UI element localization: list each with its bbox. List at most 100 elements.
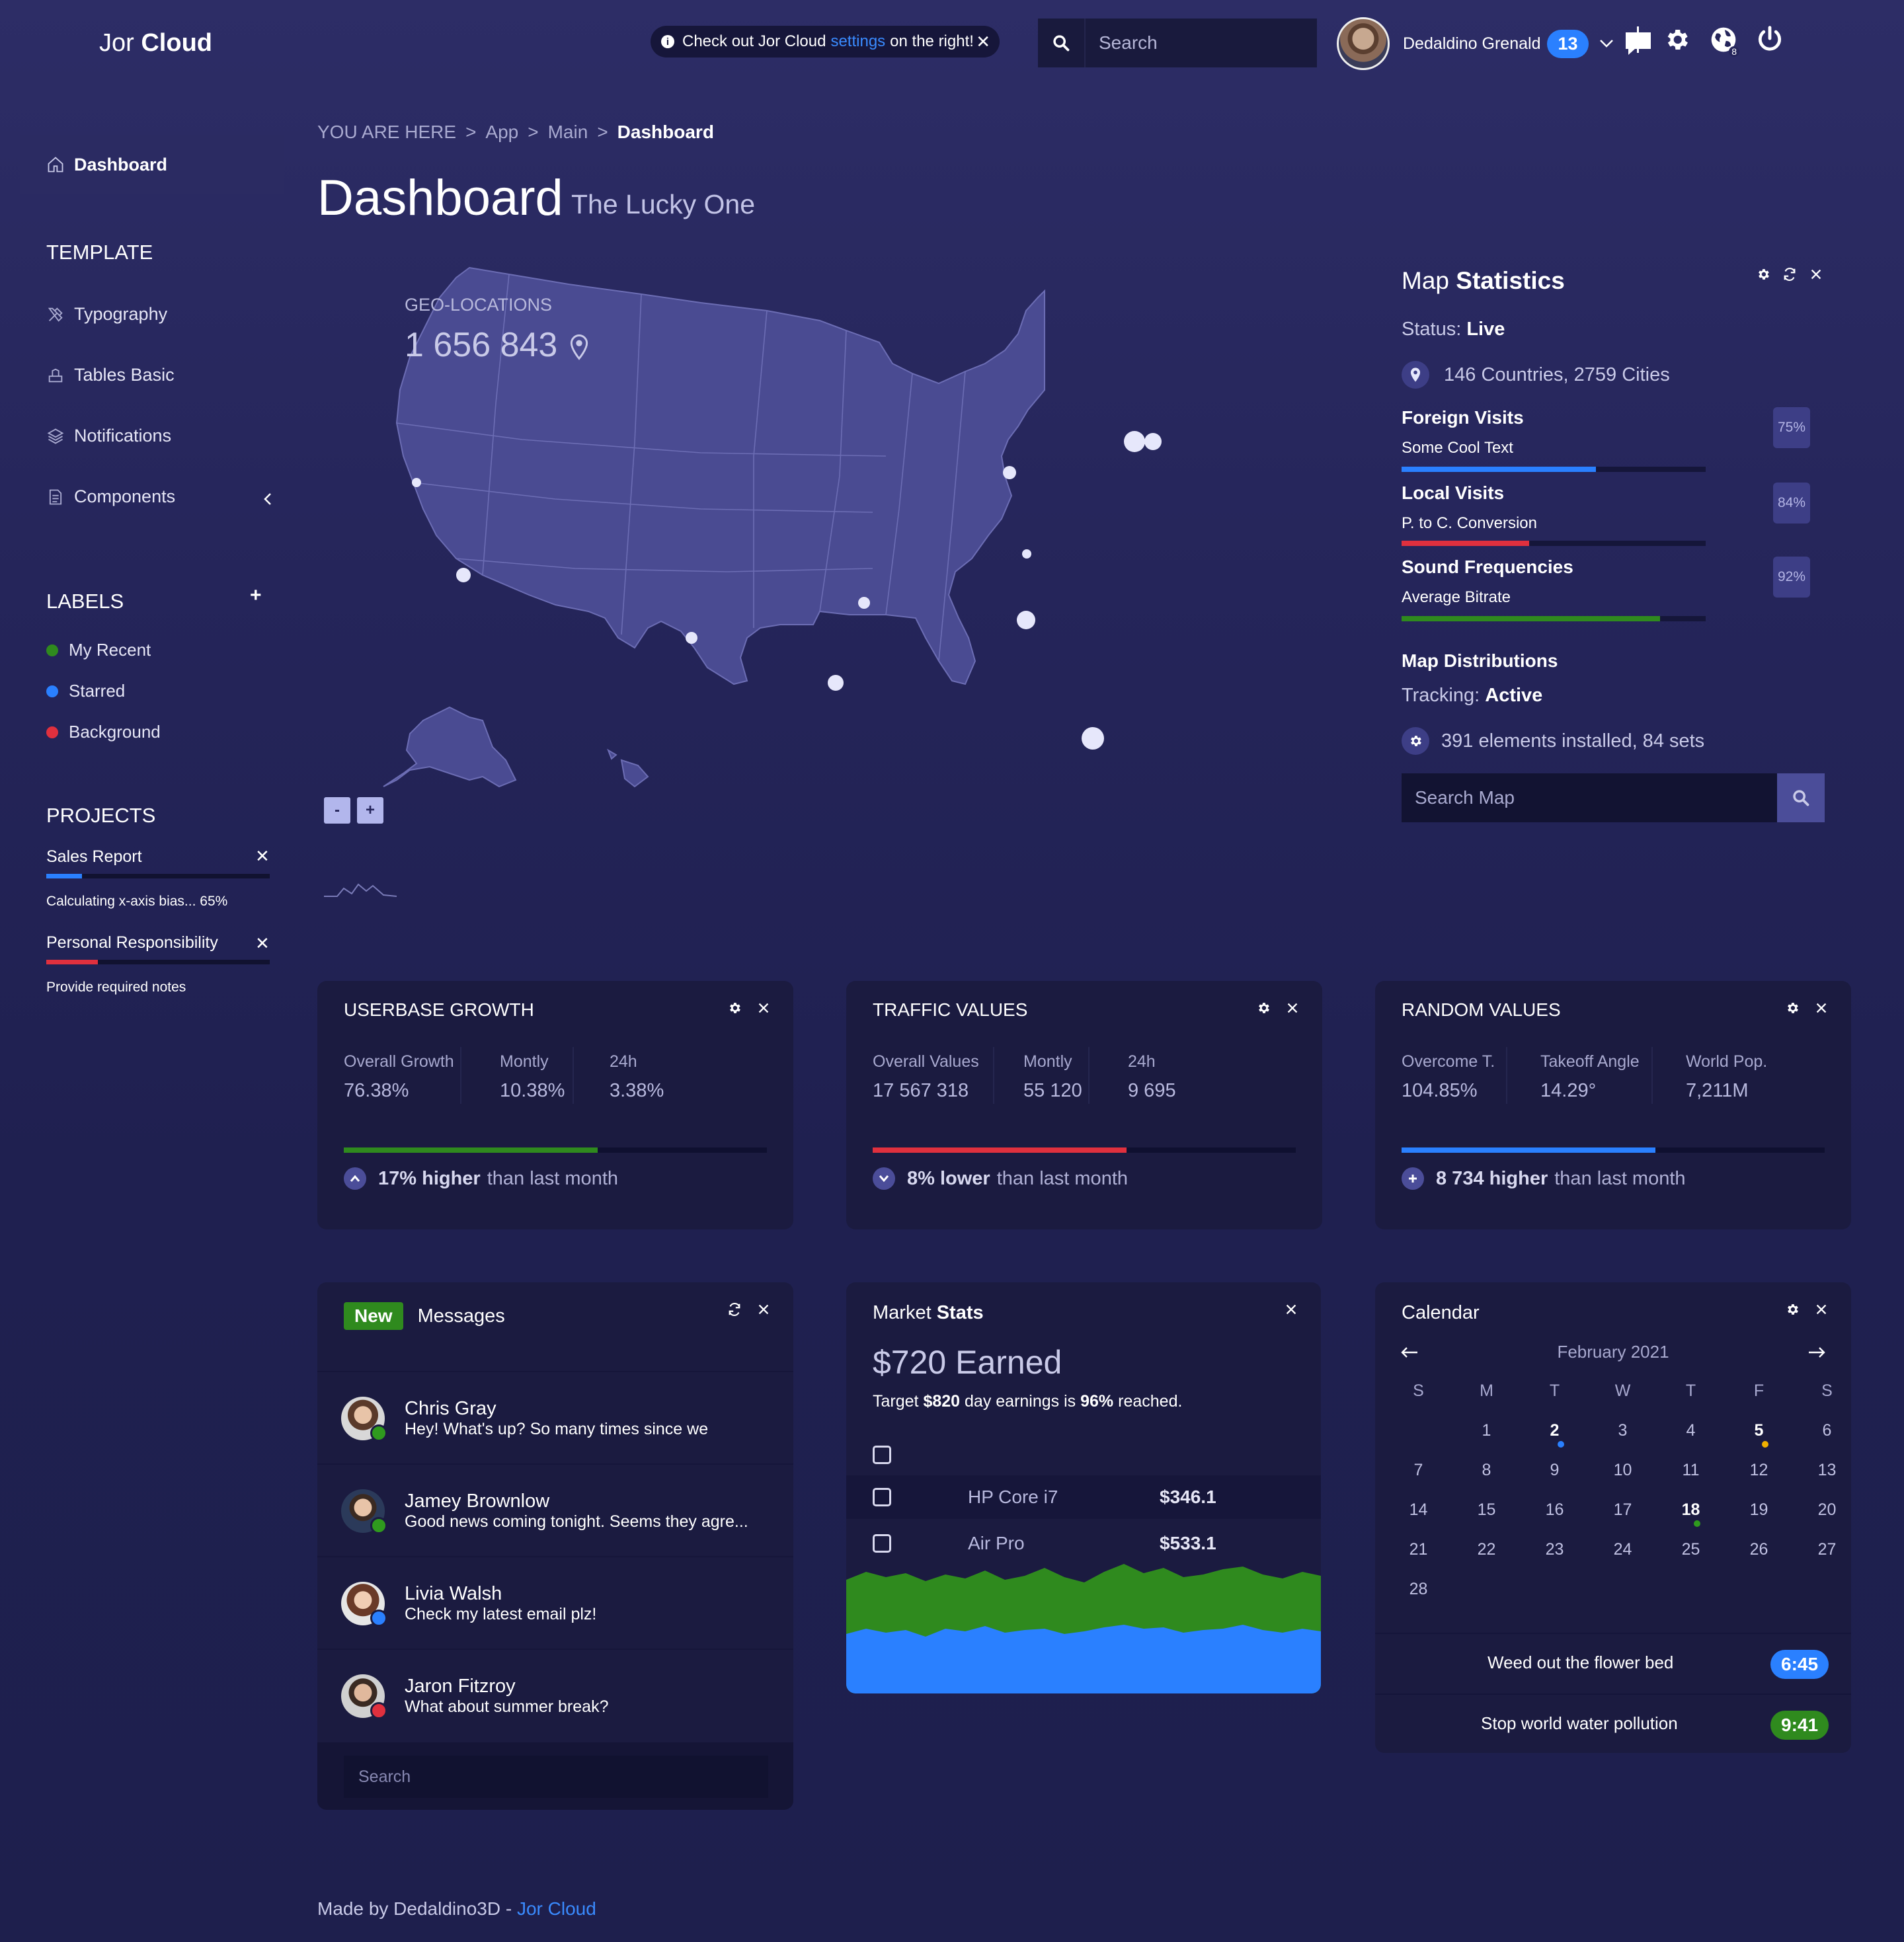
label-background[interactable]: Background [46, 722, 161, 742]
map-marker[interactable] [1124, 431, 1145, 452]
calendar-day[interactable]: 25 [1657, 1530, 1725, 1569]
settings-link[interactable]: settings [830, 32, 885, 51]
brand-logo[interactable]: Jor Cloud [99, 29, 212, 58]
calendar-day[interactable]: 9 [1521, 1450, 1589, 1490]
calendar-day[interactable]: 6 [1793, 1411, 1851, 1450]
map-zoom-out-button[interactable]: - [324, 797, 350, 824]
layers-icon [47, 428, 64, 444]
calendar-day[interactable]: 17 [1589, 1490, 1657, 1530]
close-icon[interactable]: ✕ [255, 846, 270, 867]
close-icon[interactable] [1814, 1001, 1829, 1015]
calendar-day[interactable]: 2 [1521, 1411, 1589, 1450]
refresh-icon[interactable] [1782, 267, 1797, 282]
sidebar-item-components[interactable]: Components [46, 486, 175, 507]
sidebar-item-dashboard[interactable]: Dashboard [20, 135, 284, 194]
map-marker[interactable] [1082, 727, 1104, 750]
calendar-day[interactable]: 3 [1589, 1411, 1657, 1450]
message-item[interactable]: Jamey Brownlow Good news coming tonight.… [317, 1463, 793, 1557]
map-marker[interactable] [1022, 549, 1031, 559]
calendar-day[interactable]: 24 [1589, 1530, 1657, 1569]
calendar-task[interactable]: Stop world water pollution 9:41 [1375, 1695, 1851, 1753]
calendar-day[interactable]: 19 [1725, 1490, 1793, 1530]
sidebar-item-notifications[interactable]: Notifications [46, 426, 171, 446]
arrow-right-icon[interactable] [1807, 1346, 1826, 1359]
breadcrumb-main[interactable]: Main [548, 122, 588, 143]
calendar-day[interactable]: 5 [1725, 1411, 1793, 1450]
row-checkbox[interactable] [873, 1534, 891, 1553]
calendar-day[interactable]: 20 [1793, 1490, 1851, 1530]
map-marker[interactable] [858, 597, 870, 609]
power-icon[interactable] [1755, 25, 1784, 54]
calendar-day[interactable]: 1 [1452, 1411, 1521, 1450]
breadcrumb-app[interactable]: App [485, 122, 518, 143]
calendar-day[interactable]: 21 [1384, 1530, 1452, 1569]
map-marker[interactable] [412, 478, 421, 487]
calendar-day[interactable]: 11 [1657, 1450, 1725, 1490]
calendar-day[interactable]: 8 [1452, 1450, 1521, 1490]
messages-search-input[interactable] [344, 1756, 768, 1798]
gear-icon[interactable] [1756, 267, 1770, 282]
sidebar-item-tables-basic[interactable]: Tables Basic [46, 365, 175, 385]
product-price: $346.1 [1160, 1487, 1216, 1507]
sidebar-item-typography[interactable]: Typography [46, 304, 167, 325]
message-item[interactable]: Livia Walsh Check my latest email plz! [317, 1556, 793, 1650]
row-checkbox[interactable] [873, 1488, 891, 1506]
calendar-day[interactable]: 10 [1589, 1450, 1657, 1490]
close-icon[interactable]: ✕ [255, 933, 270, 954]
map-marker[interactable] [1003, 466, 1016, 479]
calendar-day[interactable]: 7 [1384, 1450, 1452, 1490]
calendar-day[interactable]: 4 [1657, 1411, 1725, 1450]
calendar-day[interactable]: 16 [1521, 1490, 1589, 1530]
map-marker[interactable] [686, 632, 697, 644]
calendar-day[interactable]: 15 [1452, 1490, 1521, 1530]
close-icon[interactable] [1809, 267, 1823, 282]
calendar-day[interactable]: 27 [1793, 1530, 1851, 1569]
search-icon[interactable] [1038, 19, 1086, 67]
calendar-day[interactable]: 14 [1384, 1490, 1452, 1530]
close-icon[interactable] [756, 1302, 771, 1317]
gear-icon[interactable] [727, 1001, 742, 1015]
close-icon[interactable] [1814, 1302, 1829, 1317]
calendar-day[interactable]: 22 [1452, 1530, 1521, 1569]
calendar-day[interactable]: 28 [1384, 1569, 1452, 1609]
map-zoom-in-button[interactable]: + [357, 797, 383, 824]
gear-icon[interactable] [1256, 1001, 1271, 1015]
calendar-day[interactable]: 23 [1521, 1530, 1589, 1569]
globe-button[interactable]: 8 [1709, 25, 1739, 57]
chevron-left-icon[interactable] [263, 492, 272, 506]
weekday-label: T [1549, 1381, 1560, 1400]
close-icon[interactable]: ✕ [976, 32, 990, 52]
map-marker[interactable] [1017, 611, 1035, 629]
add-label-icon[interactable]: + [250, 584, 262, 607]
gear-icon[interactable] [1663, 26, 1690, 54]
label-my-recent[interactable]: My Recent [46, 640, 151, 660]
close-icon[interactable] [1284, 1302, 1298, 1317]
close-icon[interactable] [1285, 1001, 1300, 1015]
map-search-input[interactable] [1402, 773, 1777, 822]
product-price: $533.1 [1160, 1533, 1216, 1553]
message-item[interactable]: Jaron Fitzroy What about summer break? [317, 1649, 793, 1742]
gear-icon[interactable] [1785, 1302, 1800, 1317]
calendar-day[interactable]: 12 [1725, 1450, 1793, 1490]
calendar-task[interactable]: Weed out the flower bed 6:45 [1375, 1634, 1851, 1693]
gear-icon[interactable] [1785, 1001, 1800, 1015]
calendar-day[interactable]: 26 [1725, 1530, 1793, 1569]
map-marker[interactable] [456, 568, 471, 582]
select-all-checkbox[interactable] [873, 1446, 891, 1464]
map-marker[interactable] [1144, 433, 1162, 450]
message-item[interactable]: Chris Gray Hey! What's up? So many times… [317, 1371, 793, 1465]
footer-link[interactable]: Jor Cloud [517, 1898, 596, 1919]
map-search-button[interactable] [1777, 773, 1825, 822]
chevron-down-icon[interactable] [1599, 39, 1614, 48]
close-icon[interactable] [756, 1001, 771, 1015]
map-marker[interactable] [828, 675, 844, 691]
label-starred[interactable]: Starred [46, 681, 125, 701]
task-time: 6:45 [1770, 1650, 1829, 1679]
message-sender: Livia Walsh [405, 1583, 502, 1604]
refresh-icon[interactable] [727, 1302, 742, 1317]
search-input[interactable] [1097, 32, 1298, 54]
avatar[interactable] [1337, 17, 1390, 70]
calendar-day[interactable]: 13 [1793, 1450, 1851, 1490]
user-menu[interactable]: Dedaldino Grenald 13 [1337, 17, 1653, 70]
calendar-day[interactable]: 18 [1657, 1490, 1725, 1530]
